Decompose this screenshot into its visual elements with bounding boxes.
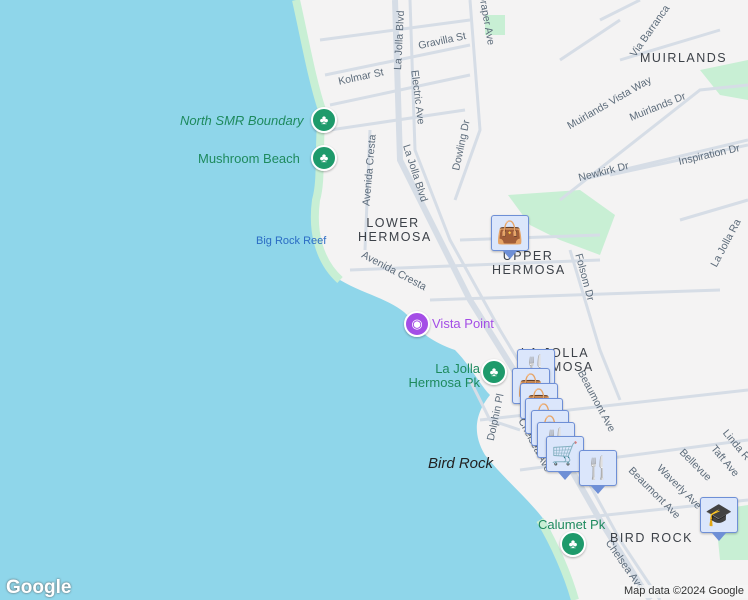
park-pin-icon[interactable]: ♣ [311, 107, 337, 133]
school-icon[interactable]: 🎓 [700, 497, 738, 541]
restaurant-icon[interactable]: 🍴 [579, 450, 617, 494]
neighborhood-label: LOWER HERMOSA [358, 216, 432, 244]
place-label-vista-point[interactable]: Vista Point [432, 317, 494, 330]
neighborhood-label: MUIRLANDS [640, 51, 728, 65]
place-label-big-rock-reef[interactable]: Big Rock Reef [256, 236, 326, 247]
place-label-calumet-pk[interactable]: Calumet Pk [538, 518, 605, 531]
park-pin-icon[interactable]: ♣ [311, 145, 337, 171]
park-pin-icon[interactable]: ♣ [560, 531, 586, 557]
camera-pin-icon[interactable]: ◉ [404, 311, 430, 337]
shopping-bag-icon[interactable]: 👜 [491, 215, 529, 259]
attribution[interactable]: Map data ©2024 Google [619, 585, 748, 598]
ocean [0, 0, 575, 600]
google-logo: Google [6, 577, 72, 598]
place-label-mushroom-beach[interactable]: Mushroom Beach [198, 152, 300, 165]
park-pin-icon[interactable]: ♣ [481, 359, 507, 385]
place-label-la-jolla-hermosa-pk[interactable]: La Jolla Hermosa Pk [402, 361, 480, 391]
neighborhood-label: BIRD ROCK [610, 531, 693, 545]
place-label-north-smr[interactable]: North SMR Boundary [180, 114, 304, 127]
place-label-bird-rock: Bird Rock [428, 455, 494, 472]
